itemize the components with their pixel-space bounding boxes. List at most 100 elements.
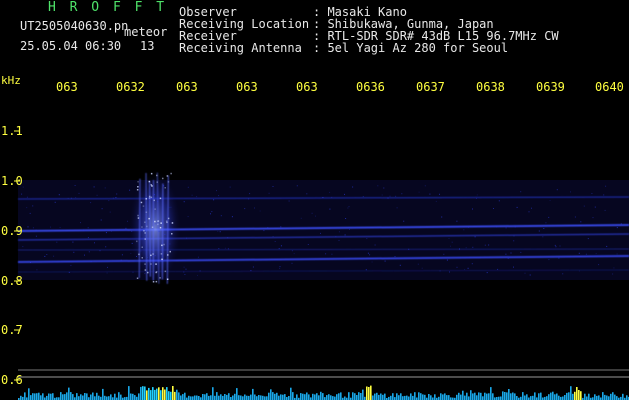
amplitude-bar: [182, 394, 184, 400]
amplitude-bar: [86, 393, 88, 400]
amplitude-bar: [392, 393, 394, 400]
noise-speck: [498, 200, 500, 202]
noise-speck: [186, 237, 187, 239]
amplitude-bar: [42, 393, 44, 400]
burst-speck: [164, 187, 166, 189]
amplitude-bar: [220, 394, 222, 400]
amplitude-bar: [622, 393, 624, 400]
amplitude-bar: [538, 393, 540, 400]
amplitude-bar: [270, 389, 272, 400]
amplitude-bar: [546, 396, 548, 400]
amplitude-bar: [382, 394, 384, 400]
amplitude-bar: [296, 394, 298, 400]
noise-speck: [44, 255, 46, 257]
amplitude-bar: [50, 393, 52, 400]
amplitude-bar: [154, 389, 156, 400]
noise-speck: [371, 261, 373, 263]
amplitude-bar: [208, 395, 210, 400]
noise-speck: [505, 227, 507, 229]
amplitude-bar: [462, 390, 464, 400]
noise-speck: [403, 220, 405, 222]
noise-speck: [587, 238, 589, 240]
noise-speck: [54, 201, 56, 203]
noise-speck: [274, 241, 276, 242]
amplitude-bar: [282, 394, 284, 400]
noise-speck: [377, 185, 379, 187]
noise-speck: [22, 186, 24, 188]
noise-speck: [211, 211, 213, 213]
noise-speck: [107, 266, 108, 268]
amplitude-bar: [82, 395, 84, 400]
noise-speck: [606, 245, 608, 247]
burst-speck: [156, 174, 158, 177]
burst-speck: [167, 217, 170, 220]
noise-speck: [594, 206, 596, 208]
amplitude-bar: [284, 394, 286, 400]
noise-speck: [329, 191, 331, 193]
antenna-value: : 5el Yagi Az 280 for Seoul: [313, 41, 509, 55]
noise-speck: [80, 222, 81, 224]
amplitude-bar: [442, 394, 444, 400]
burst-streak: [161, 183, 164, 280]
noise-speck: [320, 232, 321, 234]
noise-speck: [96, 194, 98, 196]
noise-speck: [197, 256, 199, 258]
noise-speck: [131, 230, 133, 232]
amplitude-bar: [48, 393, 50, 400]
amplitude-bar: [292, 392, 294, 400]
amplitude-bar: [170, 391, 172, 400]
amplitude-bar: [564, 395, 566, 400]
noise-speck: [513, 235, 515, 237]
noise-speck: [87, 237, 89, 239]
noise-speck: [153, 216, 155, 218]
burst-speck: [148, 180, 151, 183]
burst-speck: [164, 270, 167, 273]
amplitude-bar: [464, 395, 466, 400]
noise-speck: [510, 252, 512, 254]
noise-speck: [578, 270, 580, 272]
noise-speck: [109, 211, 111, 213]
noise-speck: [84, 254, 85, 256]
amplitude-bar: [318, 395, 320, 400]
amplitude-bar: [30, 395, 32, 400]
amplitude-bar: [626, 395, 628, 400]
time-tick: 0638: [476, 80, 505, 94]
burst-speck: [144, 232, 146, 234]
noise-speck: [331, 196, 333, 198]
amplitude-bar: [504, 392, 506, 400]
amplitude-bar: [152, 387, 154, 400]
freq-tick: 1.1: [1, 124, 23, 138]
amplitude-bar: [276, 392, 278, 400]
noise-speck: [513, 266, 514, 268]
noise-speck: [53, 255, 55, 257]
amplitude-bar: [120, 394, 122, 400]
antenna-label: Receiving Antenna: [179, 41, 302, 55]
noise-speck: [488, 244, 490, 246]
burst-speck: [144, 269, 147, 271]
amplitude-bar: [314, 394, 316, 400]
noise-speck: [580, 221, 582, 223]
amplitude-bar: [36, 393, 38, 400]
amplitude-bar: [404, 395, 406, 400]
noise-speck: [249, 193, 251, 195]
noise-speck: [603, 194, 605, 196]
amplitude-bar: [446, 395, 448, 400]
noise-speck: [196, 196, 198, 198]
noise-speck: [516, 206, 518, 208]
amplitude-bar: [390, 395, 392, 400]
amplitude-bar: [156, 388, 158, 400]
amplitude-bar: [184, 392, 186, 400]
amplitude-bar: [94, 396, 96, 400]
amplitude-bar: [60, 392, 62, 400]
amplitude-bar: [240, 395, 242, 400]
noise-speck: [120, 259, 122, 261]
burst-speck: [148, 217, 150, 220]
noise-speck: [157, 200, 159, 202]
burst-speck: [163, 243, 165, 246]
noise-speck: [129, 189, 131, 191]
noise-speck: [365, 269, 367, 271]
noise-speck: [329, 208, 331, 210]
amplitude-bar: [516, 396, 518, 400]
amplitude-bar: [604, 394, 606, 400]
amplitude-bar: [348, 392, 350, 400]
